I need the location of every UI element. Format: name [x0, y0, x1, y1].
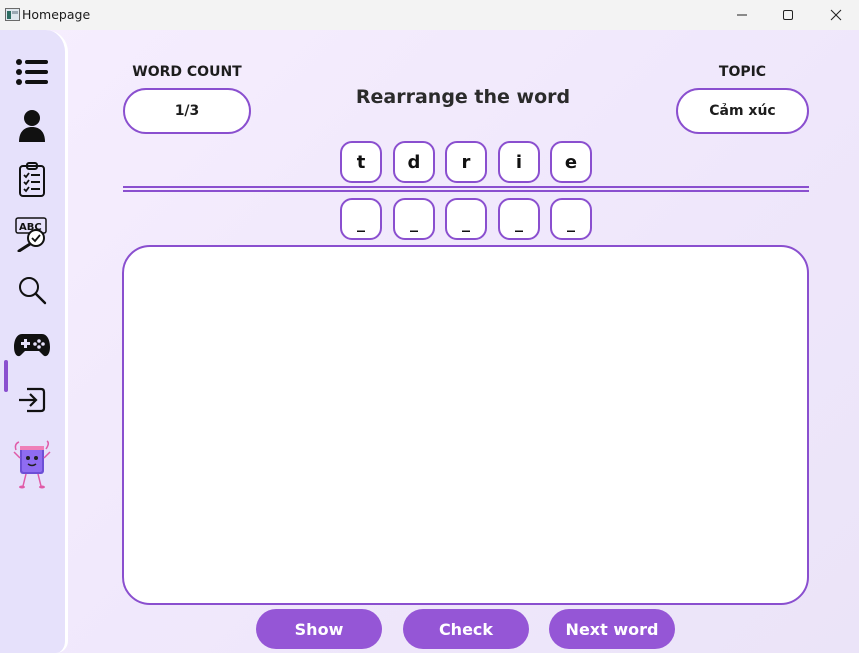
- minimize-button[interactable]: [719, 0, 765, 30]
- clipboard-checklist-icon: [19, 162, 45, 197]
- search-icon: [19, 277, 47, 305]
- sidebar-item-menu[interactable]: [0, 49, 64, 95]
- letter-tile[interactable]: i: [498, 141, 540, 183]
- word-count-display: 1/3: [123, 88, 251, 134]
- letter-tile[interactable]: e: [550, 141, 592, 183]
- letter-tile[interactable]: r: [445, 141, 487, 183]
- answer-slot[interactable]: _: [340, 198, 382, 240]
- logout-icon: [19, 387, 46, 413]
- divider: [123, 186, 809, 192]
- answer-slot[interactable]: _: [550, 198, 592, 240]
- window-title: Homepage: [22, 7, 91, 22]
- next-word-button[interactable]: Next word: [549, 609, 675, 649]
- check-button[interactable]: Check: [403, 609, 529, 649]
- sidebar-item-profile[interactable]: [0, 103, 64, 149]
- sidebar-item-games[interactable]: [0, 322, 64, 368]
- topic-label: TOPIC: [718, 64, 767, 80]
- topic-display: Cảm xúc: [676, 88, 809, 134]
- close-button[interactable]: [813, 0, 859, 30]
- gamepad-icon: [14, 334, 50, 357]
- page-title: Rearrange the word: [355, 86, 571, 108]
- maximize-icon: [783, 10, 793, 20]
- title-bar: Homepage: [0, 0, 859, 30]
- minimize-icon: [737, 14, 747, 16]
- menu-list-icon: [16, 59, 48, 85]
- sidebar-item-tasks[interactable]: [0, 157, 64, 203]
- answer-slot[interactable]: _: [445, 198, 487, 240]
- user-icon: [19, 110, 45, 142]
- letter-tile[interactable]: t: [340, 141, 382, 183]
- app-window: Homepage ABC WORD COUNT 1/3 Rearrange th…: [0, 0, 859, 653]
- book-mascot-icon: [13, 440, 51, 489]
- abc-magnifier-icon: ABC: [15, 217, 47, 252]
- sidebar-item-dictionary[interactable]: ABC: [0, 211, 64, 257]
- answer-slot[interactable]: _: [393, 198, 435, 240]
- maximize-button[interactable]: [765, 0, 811, 30]
- answer-slot[interactable]: _: [498, 198, 540, 240]
- app-icon: [5, 8, 20, 21]
- sidebar-item-logout[interactable]: [0, 377, 64, 423]
- answer-area[interactable]: [122, 245, 809, 605]
- word-count-label: WORD COUNT: [132, 64, 242, 80]
- sidebar-item-mascot[interactable]: [0, 438, 64, 494]
- show-button[interactable]: Show: [256, 609, 382, 649]
- sidebar-item-search[interactable]: [0, 267, 64, 313]
- letter-tile[interactable]: d: [393, 141, 435, 183]
- sidebar: ABC: [0, 30, 68, 653]
- close-icon: [830, 9, 842, 21]
